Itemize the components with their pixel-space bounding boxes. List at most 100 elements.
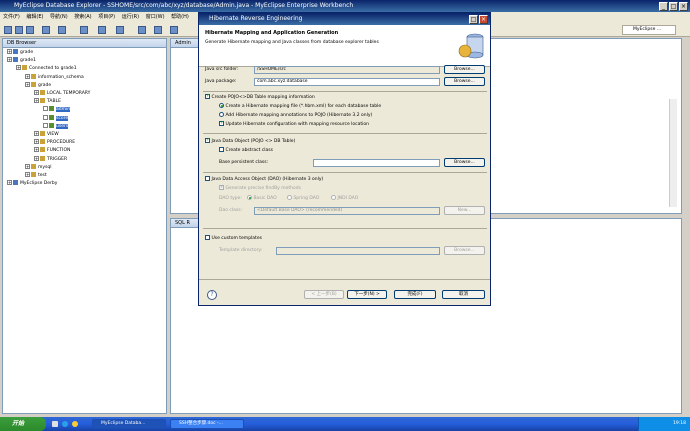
- custom-template-checkbox[interactable]: [205, 235, 210, 240]
- expand-icon[interactable]: +: [25, 73, 30, 79]
- menu-navigate[interactable]: 导航(N): [50, 14, 68, 20]
- abstract-class-option[interactable]: Create abstract class: [219, 147, 273, 154]
- tree-item[interactable]: score: [43, 114, 69, 122]
- menu-search[interactable]: 搜索(A): [74, 14, 91, 20]
- dao-spring-option[interactable]: Spring DAO: [287, 195, 319, 202]
- tree-item[interactable]: + Connected to grade1: [16, 65, 77, 72]
- expand-icon[interactable]: +: [34, 155, 39, 161]
- tree-item[interactable]: + PROCEDURE: [34, 139, 75, 146]
- base-class-field[interactable]: [313, 159, 440, 167]
- expand-icon[interactable]: +: [34, 131, 39, 136]
- tree-item[interactable]: + TABLE: [34, 98, 61, 105]
- expand-icon[interactable]: +: [7, 49, 12, 54]
- opt-xml-radio[interactable]: [219, 103, 224, 108]
- tree-item[interactable]: admin: [43, 106, 71, 113]
- tree-item[interactable]: + grade1: [7, 57, 36, 64]
- tree-item[interactable]: + information_schema: [25, 73, 84, 81]
- close-button[interactable]: ×: [679, 1, 688, 11]
- help-icon[interactable]: ?: [207, 290, 217, 300]
- save-icon[interactable]: [15, 26, 23, 34]
- java-src-field[interactable]: /SSHOME/src: [254, 66, 440, 74]
- taskbar-item-myeclipse[interactable]: MyEclipse Databa...: [92, 419, 166, 429]
- expand-icon[interactable]: +: [34, 98, 39, 104]
- java-package-browse-button[interactable]: Browse...: [444, 77, 485, 86]
- opt-xml-option[interactable]: Create a Hibernate mapping file (*.hbm.x…: [219, 103, 381, 110]
- java-data-object-option[interactable]: ✓ Java Data Object (POJO <> DB Table): [205, 138, 295, 145]
- new-icon[interactable]: [4, 26, 12, 34]
- menu-file[interactable]: 文件(F): [3, 14, 20, 20]
- update-config-option[interactable]: ✓ Update Hibernate configuration with ma…: [219, 121, 369, 128]
- menu-project[interactable]: 项目(P): [98, 14, 115, 20]
- finish-button[interactable]: 完成(F): [394, 290, 436, 299]
- dao-class-select[interactable]: <Default Base DAO> (recommended): [254, 207, 440, 215]
- tree-item[interactable]: + TRIGGER: [34, 155, 67, 163]
- tree-item[interactable]: users: [43, 122, 69, 130]
- show-desktop-icon[interactable]: [52, 421, 58, 427]
- print-icon[interactable]: [26, 26, 34, 34]
- tree-item[interactable]: + mysql: [25, 163, 52, 171]
- menu-run[interactable]: 运行(R): [122, 14, 139, 20]
- expand-icon[interactable]: +: [34, 147, 39, 153]
- abstract-class-checkbox[interactable]: [219, 147, 224, 152]
- media-icon[interactable]: [72, 421, 78, 427]
- tree-item[interactable]: + VIEW: [34, 131, 59, 138]
- update-config-checkbox[interactable]: ✓: [219, 121, 224, 126]
- dao-basic-radio[interactable]: [247, 195, 252, 200]
- finder-checkbox[interactable]: ✓: [219, 185, 224, 190]
- dao-new-button[interactable]: New...: [444, 206, 485, 215]
- java-data-object-checkbox[interactable]: ✓: [205, 138, 210, 143]
- expand-icon[interactable]: +: [25, 163, 30, 169]
- dao-basic-option[interactable]: Basic DAO: [247, 195, 277, 202]
- next-button[interactable]: 下一步(N) >: [347, 290, 387, 299]
- tree-item[interactable]: + FUNCTION: [34, 147, 70, 154]
- open-type-icon[interactable]: [154, 26, 162, 34]
- browser-icon[interactable]: [62, 421, 68, 427]
- cancel-button[interactable]: 取消: [442, 290, 485, 299]
- java-package-field[interactable]: com.abc.xyz.database: [254, 78, 440, 86]
- create-pojo-option[interactable]: ✓ Create POJO<>DB Table mapping informat…: [205, 94, 315, 101]
- expand-icon[interactable]: [43, 114, 48, 120]
- back-button[interactable]: < 上一步(B): [304, 290, 344, 299]
- perspective-switcher[interactable]: MyEclipse ...: [622, 25, 676, 35]
- expand-icon[interactable]: +: [25, 172, 30, 177]
- minimize-button[interactable]: _: [659, 1, 668, 11]
- dao-jndi-radio[interactable]: [331, 195, 336, 200]
- editor-scrollbar[interactable]: [669, 99, 677, 207]
- dao-spring-radio[interactable]: [287, 195, 292, 200]
- expand-icon[interactable]: +: [16, 65, 21, 71]
- finder-option[interactable]: ✓ Generate precise findBy methods: [219, 185, 301, 192]
- tree-item[interactable]: + test: [25, 172, 47, 179]
- db-browser-tab[interactable]: DB Browser: [3, 39, 166, 48]
- expand-icon[interactable]: +: [34, 90, 39, 95]
- search-icon[interactable]: [170, 26, 178, 34]
- expand-icon[interactable]: +: [34, 139, 39, 145]
- server-icon[interactable]: [42, 26, 50, 34]
- menu-edit[interactable]: 编辑(E): [26, 14, 43, 20]
- dao-checkbox[interactable]: [205, 176, 210, 181]
- template-dir-field[interactable]: [276, 247, 440, 255]
- template-dir-browse-button[interactable]: Browse...: [444, 246, 485, 255]
- menu-help[interactable]: 帮助(H): [171, 14, 189, 20]
- create-pojo-checkbox[interactable]: ✓: [205, 94, 210, 99]
- dialog-maximize-button[interactable]: □: [469, 14, 478, 24]
- expand-icon[interactable]: +: [7, 180, 12, 186]
- java-src-browse-button[interactable]: Browse...: [444, 65, 485, 74]
- custom-template-option[interactable]: Use custom templates: [205, 235, 262, 242]
- run-icon[interactable]: [98, 26, 106, 34]
- opt-annot-radio[interactable]: [219, 112, 224, 117]
- base-class-browse-button[interactable]: Browse...: [444, 158, 485, 167]
- new-class-icon[interactable]: [138, 26, 146, 34]
- maximize-button[interactable]: □: [669, 1, 678, 11]
- expand-icon[interactable]: [43, 106, 48, 112]
- tree-item[interactable]: + grade: [25, 81, 51, 89]
- expand-icon[interactable]: [43, 122, 48, 128]
- dialog-close-button[interactable]: ×: [479, 14, 488, 24]
- expand-icon[interactable]: +: [7, 57, 12, 63]
- start-button[interactable]: 开始: [0, 417, 46, 431]
- dao-option[interactable]: Java Data Access Object (DAO) (Hibernate…: [205, 176, 323, 183]
- dao-jndi-option[interactable]: JNDI DAO: [331, 195, 358, 202]
- tree-item[interactable]: + LOCAL TEMPORARY: [34, 90, 90, 97]
- tree-item[interactable]: + grade: [7, 49, 33, 56]
- tree-item[interactable]: + MyEclipse Derby: [7, 180, 57, 187]
- menu-window[interactable]: 窗口(W): [146, 14, 165, 20]
